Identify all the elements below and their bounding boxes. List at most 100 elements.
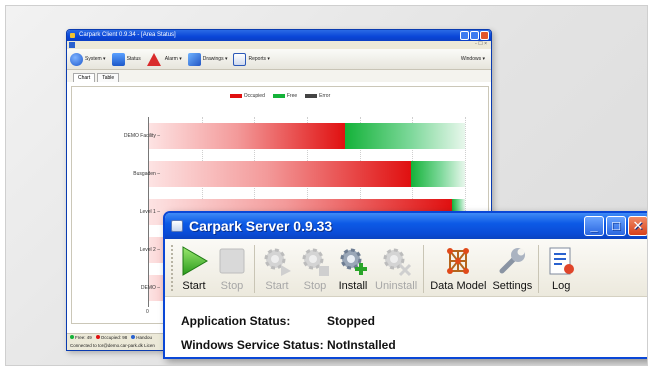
- start-service-label: Start: [265, 280, 289, 292]
- install-service-label: Install: [338, 280, 368, 292]
- legend-item-error: Error: [305, 93, 330, 99]
- close-icon: ✕: [632, 218, 644, 233]
- chart-bar: [149, 123, 465, 149]
- gear-play-icon: [264, 248, 291, 276]
- drawings-label: Drawings ▾: [202, 56, 228, 62]
- server-toolbar: Start Stop Start Stop Install Uninstall …: [165, 239, 647, 297]
- stop-service-button[interactable]: Stop: [299, 245, 331, 292]
- client-app-icon: [70, 33, 75, 38]
- category-label: Busgaden –: [133, 171, 160, 177]
- system-label: System ▾: [85, 56, 106, 62]
- x-tick-label: 0: [146, 309, 149, 315]
- client-title-bar[interactable]: Carpark Client 0.9.34 - [Area Status]: [67, 30, 491, 41]
- play-icon: [182, 246, 208, 276]
- tab-table[interactable]: Table: [97, 73, 120, 82]
- start-server-label: Start: [182, 280, 206, 292]
- legend-swatch-free: [272, 94, 285, 98]
- maximize-icon: □: [612, 218, 620, 233]
- chart-bar: [149, 161, 465, 187]
- status-handout-label: Handou: [136, 334, 153, 340]
- log-button[interactable]: Log: [545, 245, 577, 292]
- client-tab-strip: Chart Table: [67, 70, 491, 82]
- application-status-label: Application Status:: [181, 314, 291, 328]
- tab-chart-label: Chart: [78, 75, 91, 81]
- server-title: Carpark Server 0.9.33: [189, 218, 333, 234]
- uninstall-service-button[interactable]: Uninstall: [375, 245, 417, 292]
- install-service-button[interactable]: Install: [337, 245, 369, 292]
- minimize-icon: _: [590, 218, 598, 233]
- stop-server-button[interactable]: Stop: [216, 245, 248, 292]
- category-label: Level 2 –: [139, 247, 160, 253]
- gear-stop-icon: [302, 248, 329, 276]
- client-document-icon[interactable]: [69, 42, 75, 48]
- data-model-icon: [447, 248, 470, 274]
- client-menu-bar: - ☐ ×: [67, 41, 491, 49]
- bar-segment-free: [344, 123, 465, 149]
- settings-button[interactable]: Settings: [492, 245, 532, 292]
- windows-label: Windows ▾: [460, 56, 485, 62]
- start-server-button[interactable]: Start: [178, 245, 210, 292]
- gear-add-icon: [340, 248, 367, 275]
- legend-item-occupied: Occupied: [229, 93, 265, 99]
- alarm-label: Alarm ▾: [164, 56, 182, 62]
- server-minimize-button[interactable]: _: [584, 216, 604, 236]
- category-label: DEMO Facility –: [123, 133, 160, 139]
- system-icon: [70, 52, 83, 66]
- toolbar-grip[interactable]: [171, 245, 174, 291]
- service-status-value: NotInstalled: [327, 338, 396, 352]
- reports-menu-button[interactable]: Reports ▾: [233, 52, 270, 66]
- client-mdi-controls[interactable]: - ☐ ×: [475, 41, 487, 47]
- start-service-button[interactable]: Start: [261, 245, 293, 292]
- chart-legend: Occupied Free Error: [72, 93, 488, 99]
- toolbar-separator: [423, 245, 425, 293]
- client-maximize-button[interactable]: [470, 31, 479, 40]
- carpark-server-window[interactable]: Carpark Server 0.9.33 _ □ ✕ Start Stop S…: [163, 211, 647, 359]
- client-minimize-button[interactable]: [460, 31, 469, 40]
- service-status-row: Windows Service Status: NotInstalled: [181, 333, 647, 357]
- pencil-icon: [187, 52, 201, 66]
- settings-label: Settings: [492, 280, 533, 292]
- server-app-icon: [171, 220, 183, 232]
- alarm-menu-button[interactable]: Alarm ▾: [146, 52, 182, 66]
- client-toolbar: System ▾ Status Alarm ▾ Drawings ▾ Repor…: [67, 49, 491, 70]
- system-menu-button[interactable]: System ▾: [70, 52, 106, 66]
- client-close-button[interactable]: [480, 31, 489, 40]
- stop-icon: [219, 248, 245, 274]
- server-maximize-button[interactable]: □: [606, 216, 626, 236]
- wrench-icon: [499, 248, 526, 274]
- warning-icon: [146, 52, 161, 66]
- stop-server-label: Stop: [220, 280, 244, 292]
- stop-service-label: Stop: [303, 280, 327, 292]
- application-status-row: Application Status: Stopped: [181, 309, 647, 333]
- tab-chart[interactable]: Chart: [73, 73, 96, 82]
- uninstall-service-label: Uninstall: [375, 280, 418, 292]
- legend-label-occupied: Occupied: [243, 93, 265, 99]
- application-status-value: Stopped: [327, 314, 375, 328]
- windows-menu-button[interactable]: Windows ▾: [461, 56, 485, 62]
- legend-item-free: Free: [272, 93, 298, 99]
- desktop-background: Carpark Client 0.9.34 - [Area Status] - …: [5, 5, 648, 366]
- drawings-menu-button[interactable]: Drawings ▾: [187, 52, 228, 66]
- legend-swatch-error: [305, 94, 318, 98]
- reports-label: Reports ▾: [248, 56, 270, 62]
- gear-remove-icon: [383, 248, 412, 277]
- log-label: Log: [552, 280, 571, 292]
- status-button[interactable]: Status: [111, 52, 141, 66]
- category-label: DEMO –: [140, 285, 160, 291]
- legend-label-error: Error: [319, 93, 331, 99]
- data-model-button[interactable]: Data Model: [430, 245, 486, 292]
- category-label: Level 1 –: [139, 209, 160, 215]
- bar-segment-occupied: [149, 123, 345, 149]
- status-occupied-label: Occupied: 98: [100, 334, 128, 340]
- data-model-label: Data Model: [430, 280, 487, 292]
- log-icon: [549, 247, 575, 275]
- client-title: Carpark Client 0.9.34 - [Area Status]: [79, 32, 176, 38]
- server-title-bar[interactable]: Carpark Server 0.9.33 _ □ ✕: [165, 213, 647, 239]
- tab-table-label: Table: [102, 75, 115, 81]
- report-icon: [233, 52, 247, 66]
- server-close-button[interactable]: ✕: [628, 216, 647, 236]
- bar-segment-free: [411, 161, 465, 187]
- server-status-panel: Application Status: Stopped Windows Serv…: [165, 297, 647, 357]
- bar-segment-occupied: [149, 161, 412, 187]
- legend-label-free: Free: [286, 93, 298, 99]
